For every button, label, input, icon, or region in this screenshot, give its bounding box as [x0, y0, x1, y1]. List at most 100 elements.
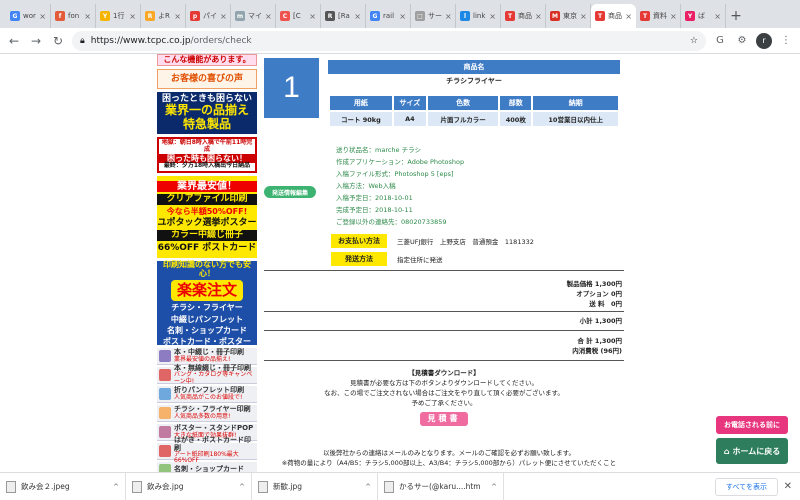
extension-g-icon[interactable]: G	[712, 33, 728, 49]
tab-close-icon[interactable]: ×	[39, 12, 46, 21]
browser-tab[interactable]: Y ば ×	[681, 4, 726, 28]
profile-avatar[interactable]: r	[756, 32, 772, 49]
tab-close-icon[interactable]: ×	[714, 12, 721, 21]
tab-close-icon[interactable]: ×	[174, 12, 181, 21]
browser-tab[interactable]: T 商品 ×	[501, 4, 546, 28]
download-item[interactable]: 飲み会２.jpeg ^	[0, 472, 126, 500]
product-name-header: 商品名	[328, 60, 620, 74]
browser-tab[interactable]: Y 1行 ×	[96, 4, 141, 28]
download-filename: かるサー(@karu....htm	[399, 482, 481, 491]
forward-icon[interactable]: →	[28, 33, 44, 49]
url-host: https://www.tcpc.co.jp	[90, 35, 191, 46]
left-banner-column: こんな機能があります。 お客様の喜びの声 困ったときも困らない 業界一の品揃え …	[157, 54, 259, 472]
close-icon[interactable]: ✕	[784, 481, 792, 492]
book-icon	[159, 388, 171, 400]
browser-tab[interactable]: M 東京 ×	[546, 4, 591, 28]
estimate-download-button[interactable]: 見積書	[420, 412, 468, 426]
menu-kebab-icon[interactable]: ⋮	[778, 33, 794, 49]
tab-close-icon[interactable]: ×	[265, 12, 272, 21]
tab-close-icon[interactable]: ×	[399, 12, 406, 21]
address-bar[interactable]: 🔒︎ https://www.tcpc.co.jp/orders/check ☆	[72, 30, 706, 51]
download-filename: 新歓.jpg	[273, 482, 302, 491]
banner-features[interactable]: こんな機能があります。	[157, 54, 257, 66]
browser-toolbar: ← → ↻ 🔒︎ https://www.tcpc.co.jp/orders/c…	[0, 28, 800, 54]
banner-easy-order[interactable]: 印刷知識のない方でも安心！ 楽楽注文 チラシ・フライヤー 中綴じパンフレット 名…	[157, 260, 257, 346]
category-subtitle: 人気商品がこのお値段で!	[174, 393, 243, 401]
banner-lowest-price[interactable]: 業界最安値！ クリアファイル印刷 今なら半額50%OFF! ユポタック選挙ポスタ…	[157, 176, 257, 258]
download-item[interactable]: かるサー(@karu....htm ^	[378, 472, 504, 500]
banner-customer-voice[interactable]: お客様の喜びの声	[157, 69, 257, 89]
chevron-up-icon[interactable]: ^	[239, 483, 245, 491]
favicon-icon: p	[190, 11, 200, 21]
grand-total: 合 計 1,300円 内消費税 (96円)	[572, 337, 622, 355]
download-item[interactable]: 新歓.jpg ^	[252, 472, 378, 500]
tab-close-icon[interactable]: ×	[309, 12, 316, 21]
reload-icon[interactable]: ↻	[50, 33, 66, 49]
show-all-downloads-button[interactable]: すべてを表示	[714, 477, 778, 496]
order-detail-line: 入稿ファイル形式：Photoshop 5 [eps]	[336, 170, 454, 178]
sidebar-category-item[interactable]: 本・中綴じ・冊子印刷 業界最安値の品揃え!	[157, 348, 257, 365]
download-item[interactable]: 飲み会.jpg ^	[126, 472, 252, 500]
shipping-info-edit-button[interactable]: 発送情報編集	[264, 186, 316, 198]
browser-tab[interactable]: C [C ×	[276, 4, 321, 28]
extension-puzzle-icon[interactable]: ⚙	[734, 33, 750, 49]
tab-close-icon[interactable]: ×	[489, 12, 496, 21]
browser-tab[interactable]: T 資料 ×	[636, 4, 681, 28]
web-page: こんな機能があります。 お客様の喜びの声 困ったときも困らない 業界一の品揃え …	[0, 54, 800, 472]
browser-tab[interactable]: □ サー ×	[411, 4, 456, 28]
sidebar-category-item[interactable]: チラシ・フライヤー印刷 人気商品多数の用意!	[157, 405, 257, 422]
sidebar-category-item[interactable]: 本・無線綴じ・冊子印刷 バング・カタログ等キャンペーン中!	[157, 364, 257, 385]
sidebar-category-item[interactable]: はがき・ポストカード印刷 アート紙印刷180%最大66%OFF	[157, 437, 257, 464]
banner-same-day[interactable]: 地獄：朝日8時入稿で午前11時完成 困った時も困らない！ 最終：夕方18時入稿出…	[157, 137, 257, 173]
favicon-icon: R	[145, 11, 155, 21]
spec-value-cell: 10営業日以内仕上	[533, 112, 618, 126]
browser-tab[interactable]: R [Ra ×	[321, 4, 366, 28]
browser-tab[interactable]: R よR ×	[141, 4, 186, 28]
tab-close-icon[interactable]: ×	[535, 12, 542, 21]
before-calling-button[interactable]: お電話される前に	[716, 416, 788, 434]
category-text: 折りパンフレット印刷 人気商品がこのお値段で!	[174, 386, 244, 401]
bookmark-star-icon[interactable]: ☆	[690, 36, 698, 46]
spec-value-cell: 片面フルカラー	[427, 112, 499, 126]
tab-close-icon[interactable]: ×	[220, 12, 227, 21]
tab-close-icon[interactable]: ×	[129, 12, 136, 21]
category-text: 本・中綴じ・冊子印刷 業界最安値の品揃え!	[174, 348, 244, 363]
category-subtitle: 人気商品多数の用意!	[174, 412, 231, 420]
browser-tab[interactable]: f fon ×	[51, 4, 96, 28]
browser-tab[interactable]: m マイ ×	[231, 4, 276, 28]
favicon-icon: m	[235, 11, 245, 21]
contact-notice: 以後弊社からの連絡はメールのみとなります。メールのご確認を必ずお願い致します。 …	[281, 449, 617, 467]
browser-tab[interactable]: Grail ×	[366, 4, 411, 28]
spec-table: 用紙 サイズ 色数 部数 納期 コート 90kg A4 片面フルカラー 400枚 10営業日以内…	[328, 94, 620, 128]
tab-title: ば	[698, 12, 705, 20]
tab-title: パイ	[203, 12, 217, 20]
browser-tab[interactable]: p パイ ×	[186, 4, 231, 28]
category-text: 本・無線綴じ・冊子印刷 バング・カタログ等キャンペーン中!	[174, 364, 257, 385]
chevron-up-icon[interactable]: ^	[365, 483, 371, 491]
browser-tab[interactable]: l link ×	[456, 4, 501, 28]
new-tab-icon[interactable]: +	[726, 4, 746, 28]
spec-header-cell: 色数	[427, 96, 499, 110]
tab-close-icon[interactable]: ×	[670, 12, 677, 21]
browser-tab-strip: Gwor × f fon × Y 1行 × R よR × p パイ × m マイ × C [C × R [Ra × Grail…	[0, 0, 800, 28]
spec-header-cell: 納期	[533, 96, 618, 110]
back-icon[interactable]: ←	[6, 33, 22, 49]
favicon-icon: T	[595, 11, 605, 21]
browser-tab[interactable]: T 商品 ×	[591, 4, 636, 28]
tab-title: よR	[158, 12, 170, 20]
sidebar-category-item[interactable]: 折りパンフレット印刷 人気商品がこのお値段で!	[157, 386, 257, 403]
tab-close-icon[interactable]: ×	[445, 12, 452, 21]
lock-icon: 🔒︎	[80, 35, 85, 46]
banner-express-products[interactable]: 困ったときも困らない 業界一の品揃え 特急製品	[157, 92, 257, 134]
back-to-home-button[interactable]: ⌂ ホームに戻る	[716, 438, 788, 464]
chevron-up-icon[interactable]: ^	[491, 483, 497, 491]
payment-method-value: 三菱UFJ銀行 上野支店 普通預金 1181332	[397, 238, 534, 246]
chevron-up-icon[interactable]: ^	[113, 483, 119, 491]
tab-close-icon[interactable]: ×	[625, 12, 632, 21]
book-icon	[159, 350, 171, 362]
tab-close-icon[interactable]: ×	[354, 12, 361, 21]
tab-close-icon[interactable]: ×	[580, 12, 587, 21]
favicon-icon: M	[550, 11, 560, 21]
tab-close-icon[interactable]: ×	[84, 12, 91, 21]
browser-tab[interactable]: Gwor ×	[6, 4, 51, 28]
